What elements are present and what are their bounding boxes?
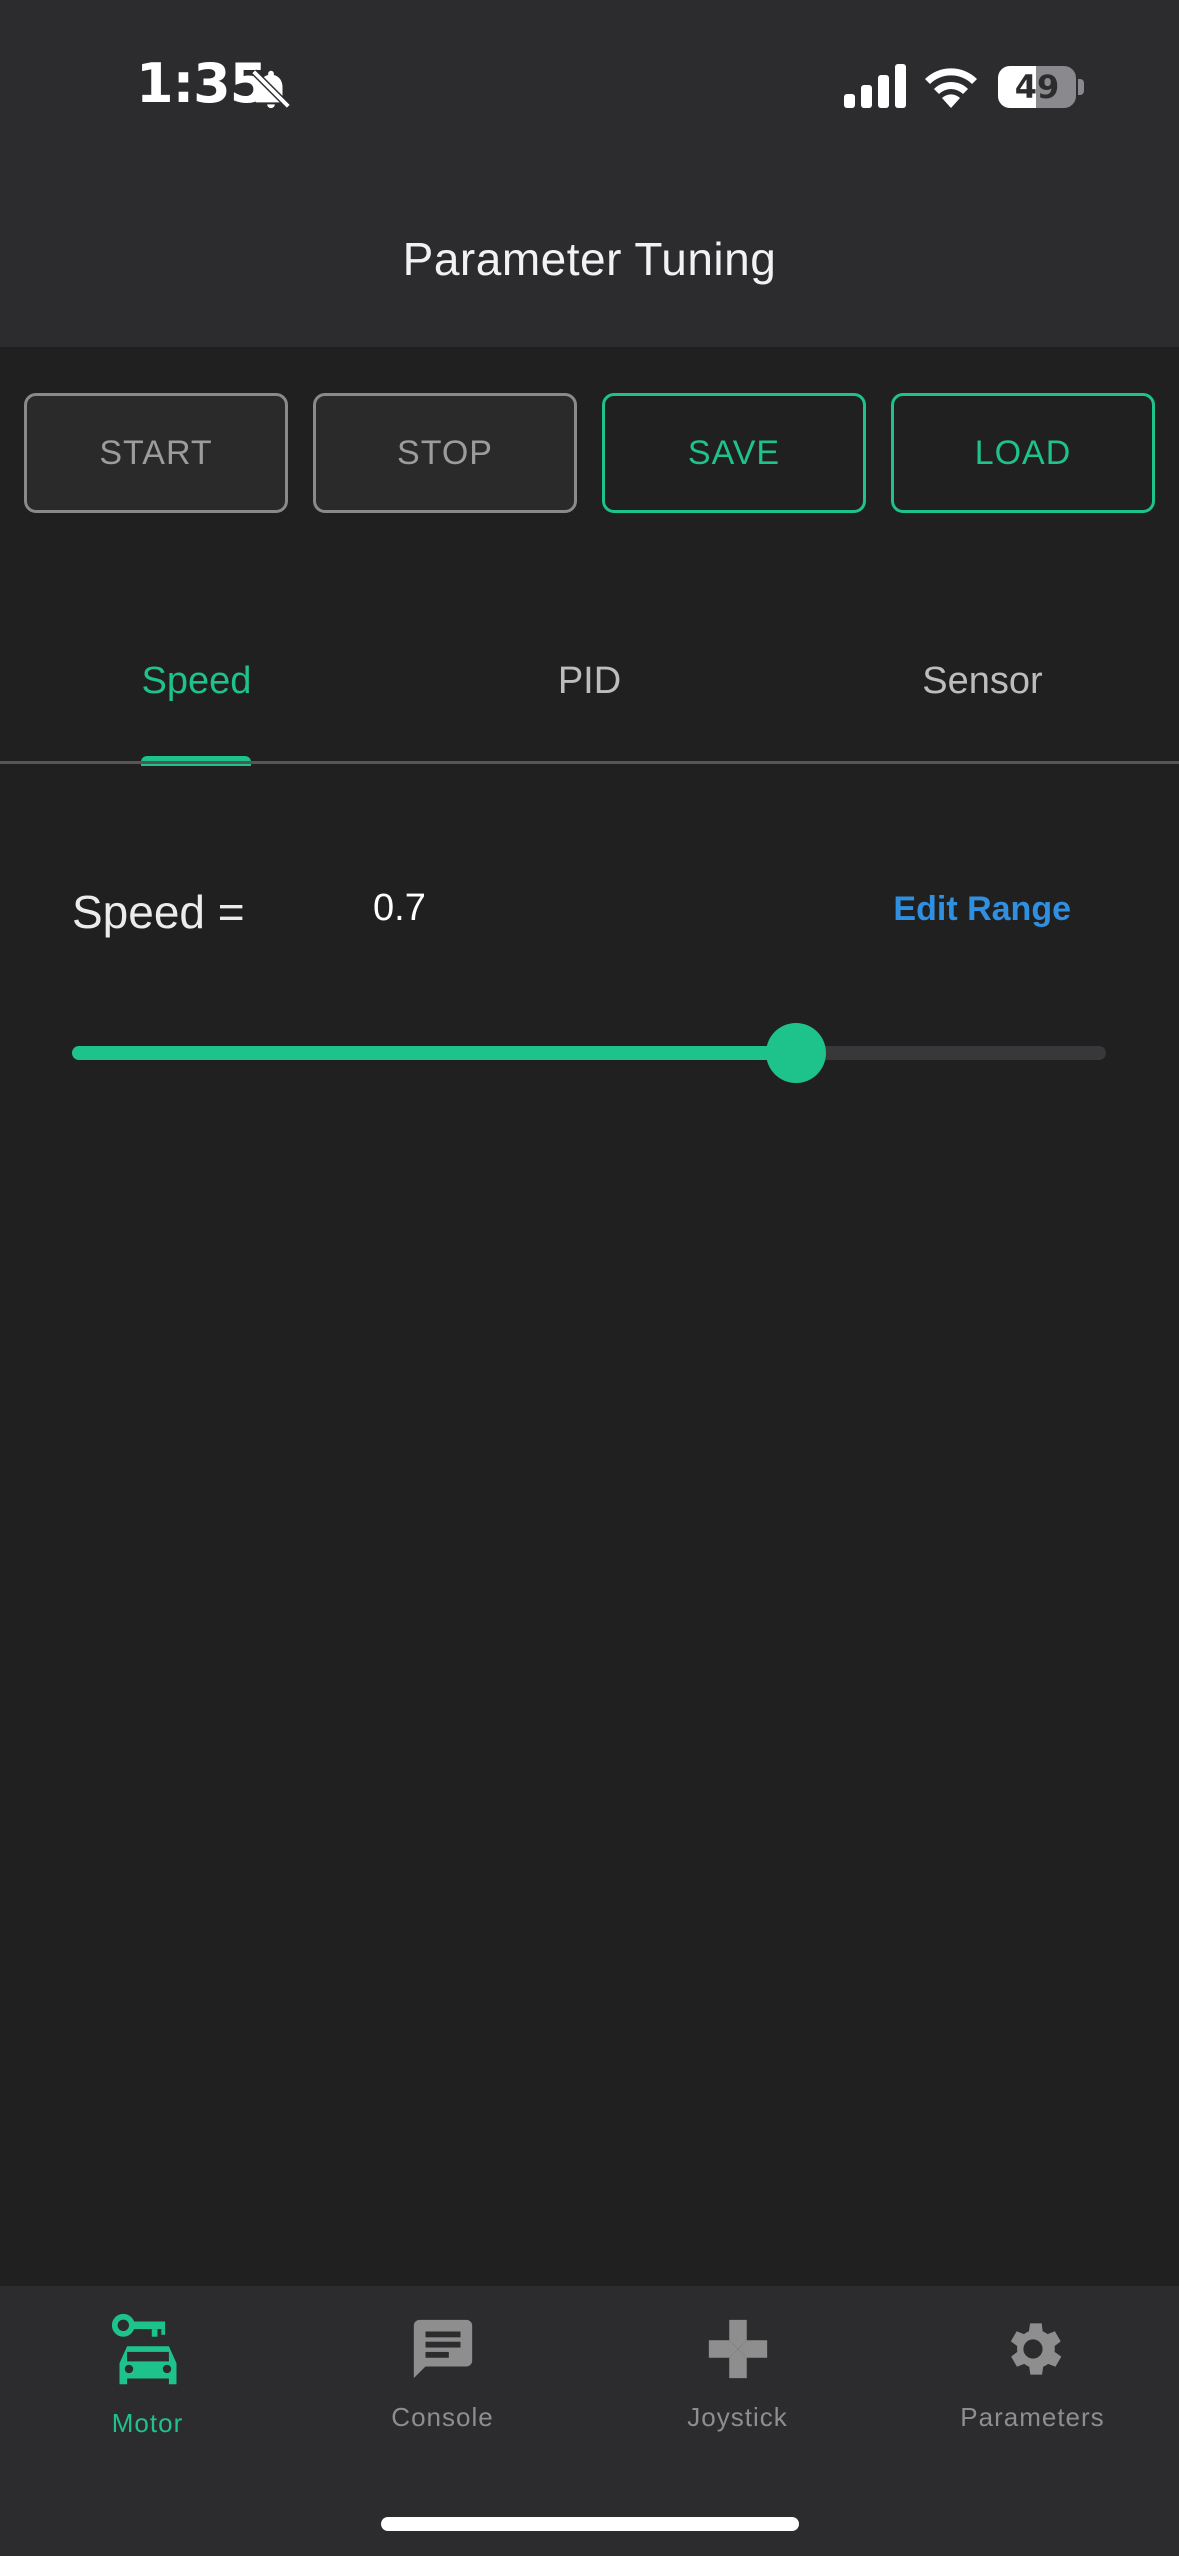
nav-item-console[interactable]: Console [295, 2286, 590, 2486]
page-title: Parameter Tuning [402, 233, 777, 285]
load-button[interactable]: LOAD [891, 393, 1155, 513]
car-key-icon [111, 2313, 177, 2385]
tab-pid[interactable]: PID [393, 660, 786, 703]
gamepad-icon [708, 2319, 768, 2379]
message-icon [413, 2319, 473, 2379]
gear-icon [1010, 2323, 1062, 2375]
nav-label-motor: Motor [111, 2408, 184, 2438]
header: 1:35 49 Parameter Tuning [0, 0, 1179, 347]
speed-value: 0.7 [373, 887, 426, 929]
battery-level: 49 [1014, 68, 1060, 106]
nav-label-parameters: Parameters [960, 2402, 1105, 2432]
battery-cap [1078, 79, 1084, 95]
tab-speed[interactable]: Speed [0, 660, 393, 703]
nav-item-motor[interactable]: Motor [0, 2286, 295, 2486]
status-time: 1:35 [136, 52, 267, 115]
home-indicator[interactable] [381, 2517, 799, 2531]
battery-body: 49 [998, 66, 1076, 108]
app-screen: 1:35 49 Parameter Tuning START STOP SAVE… [0, 0, 1179, 2556]
stop-button[interactable]: STOP [313, 393, 577, 513]
nav-item-parameters[interactable]: Parameters [885, 2286, 1179, 2486]
speed-slider-fill [72, 1046, 796, 1060]
tab-divider [0, 761, 1179, 764]
nav-label-joystick: Joystick [687, 2402, 788, 2432]
speed-slider-track[interactable] [72, 1046, 1106, 1060]
save-button[interactable]: SAVE [602, 393, 866, 513]
tab-sensor[interactable]: Sensor [786, 660, 1179, 703]
bottom-nav: Motor Console Joystick Parameters [0, 2286, 1179, 2556]
battery-icon: 49 [998, 66, 1084, 108]
edit-range-link[interactable]: Edit Range [893, 890, 1071, 929]
wifi-icon [925, 68, 977, 108]
start-button[interactable]: START [24, 393, 288, 513]
speed-label: Speed = [72, 886, 245, 938]
speed-slider-thumb[interactable] [765, 1023, 826, 1083]
cellular-signal-icon [844, 64, 906, 108]
bell-slash-icon [251, 69, 291, 109]
nav-item-joystick[interactable]: Joystick [590, 2286, 885, 2486]
nav-label-console: Console [391, 2402, 494, 2432]
